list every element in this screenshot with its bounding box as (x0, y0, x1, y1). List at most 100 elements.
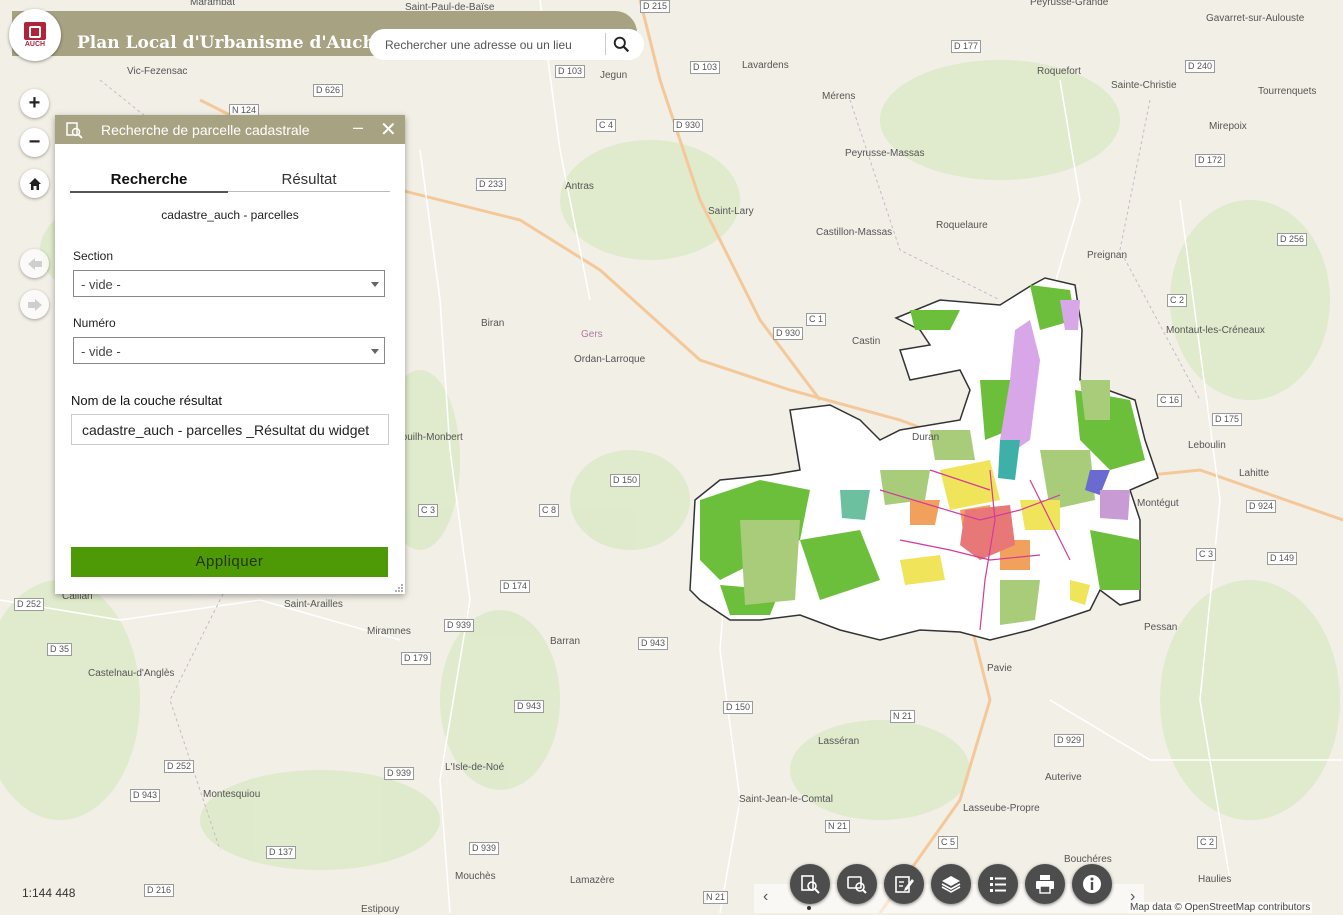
road-label: D 930 (673, 119, 704, 132)
road-label: D 943 (514, 700, 545, 713)
road-label: D 177 (951, 40, 982, 53)
numero-select[interactable]: - vide - (73, 337, 385, 364)
road-label: D 943 (638, 637, 669, 650)
layers-tool-button[interactable] (931, 864, 971, 904)
legend-tool-button[interactable] (978, 864, 1018, 904)
search-box[interactable] (369, 29, 644, 60)
place-label: Castelnau-d'Anglès (88, 668, 175, 679)
resize-handle-icon[interactable] (395, 584, 403, 592)
place-label: Mirepoix (1209, 121, 1247, 132)
road-label: C 3 (418, 504, 439, 517)
road-label: C 2 (1197, 836, 1218, 849)
info-tool-button[interactable] (1072, 864, 1112, 904)
road-label: C 3 (1196, 548, 1217, 561)
next-extent-button[interactable] (20, 290, 49, 319)
parcel-search-panel: Recherche de parcelle cadastrale – ✕ Rec… (55, 115, 405, 594)
auch-logo: AUCH (9, 9, 61, 61)
road-label: D 939 (444, 619, 475, 632)
section-value: - vide - (81, 277, 121, 292)
place-label: Barran (550, 636, 581, 647)
road-label: D 150 (723, 701, 754, 714)
zoom-in-icon: + (28, 92, 41, 114)
road-label: D 172 (1195, 154, 1226, 167)
edit-tool-button[interactable] (884, 864, 924, 904)
home-icon (28, 177, 41, 190)
place-label: Auterive (1045, 772, 1082, 783)
app-header: Plan Local d'Urbanisme d'Auch (12, 11, 644, 60)
search-input[interactable] (383, 34, 602, 56)
place-label: Mouchès (455, 871, 496, 882)
parcel-search-icon (66, 122, 83, 139)
place-label: Gavarret-sur-Aulouste (1206, 13, 1305, 24)
result-layer-input[interactable] (71, 414, 389, 445)
place-label: Lamazère (570, 875, 615, 886)
query-tool-button[interactable] (837, 864, 877, 904)
zoom-in-button[interactable]: + (20, 89, 49, 118)
minimize-icon[interactable]: – (353, 117, 363, 138)
place-label: Castin (852, 336, 881, 347)
place-label: Marambat (190, 0, 236, 8)
road-label: D 939 (469, 842, 500, 855)
road-label: N 21 (703, 891, 729, 904)
road-label: D 103 (690, 61, 721, 74)
place-label: Haulies (1198, 874, 1232, 885)
place-label: Miramnes (367, 626, 411, 637)
place-label: Preignan (1087, 250, 1128, 261)
zoom-out-icon: − (28, 131, 41, 153)
place-label: Montégut (1137, 498, 1179, 509)
road-label: D 240 (1185, 60, 1216, 73)
print-tool-button[interactable] (1025, 864, 1065, 904)
search-icon[interactable] (613, 36, 630, 53)
edit-icon (895, 876, 914, 893)
road-label: D 174 (500, 580, 531, 593)
place-label: Castillon-Massas (816, 227, 893, 238)
layers-icon (941, 876, 961, 893)
road-label: C 16 (1157, 394, 1183, 407)
apply-button[interactable]: Appliquer (71, 547, 388, 577)
print-icon (1036, 875, 1054, 894)
place-label: Lasseube-Propre (963, 803, 1040, 814)
scale-readout: 1:144 448 (22, 886, 76, 900)
parcel-search-tool-button[interactable] (790, 864, 830, 904)
previous-extent-button[interactable] (20, 249, 49, 278)
place-label: Biran (481, 318, 505, 329)
zoom-out-button[interactable]: − (20, 128, 49, 157)
search-divider (605, 33, 606, 55)
numero-label: Numéro (73, 316, 116, 330)
road-label: D 943 (130, 789, 161, 802)
road-label: D 924 (1246, 500, 1277, 513)
place-label: Pavie (987, 663, 1013, 674)
road-label: D 216 (144, 884, 175, 897)
road-label: C 8 (539, 504, 560, 517)
place-label: Vic-Fezensac (127, 66, 188, 77)
road-label: D 252 (14, 598, 45, 611)
logo-text: AUCH (24, 41, 46, 48)
place-label: Ordan-Larroque (574, 354, 646, 365)
road-label: D 252 (164, 760, 195, 773)
home-button[interactable] (20, 169, 49, 198)
tab-resultat[interactable]: Résultat (228, 171, 390, 192)
legend-icon (990, 877, 1006, 892)
result-layer-label: Nom de la couche résultat (71, 393, 223, 408)
road-label: D 137 (266, 846, 297, 859)
panel-header[interactable]: Recherche de parcelle cadastrale – ✕ (55, 115, 405, 144)
road-label: C 4 (596, 119, 617, 132)
road-label: D 35 (47, 643, 73, 656)
section-label: Section (73, 249, 114, 263)
road-label: D 103 (555, 65, 586, 78)
tab-recherche[interactable]: Recherche (70, 171, 228, 193)
road-label: D 256 (1277, 233, 1308, 246)
chevron-left-icon[interactable]: ‹ (763, 888, 768, 906)
place-label: Roquelaure (936, 220, 988, 231)
place-label: Saint-Jean-le-Comtal (739, 794, 833, 805)
section-select[interactable]: - vide - (73, 270, 385, 297)
place-label: Duran (912, 432, 940, 443)
road-label: C 5 (938, 836, 959, 849)
place-label: L'Isle-de-Noé (445, 762, 505, 773)
road-label: D 929 (1054, 734, 1085, 747)
page-indicator (807, 906, 811, 910)
place-label: Pessan (1144, 622, 1178, 633)
place-label: Leboulin (1188, 440, 1226, 451)
close-icon[interactable]: ✕ (380, 117, 397, 142)
place-label: Lasséran (818, 736, 860, 747)
